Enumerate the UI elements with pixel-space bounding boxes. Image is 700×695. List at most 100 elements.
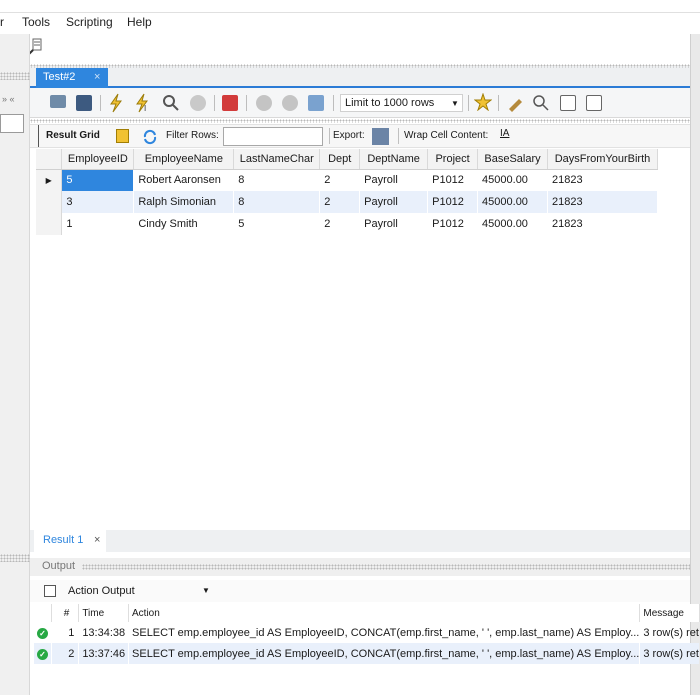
save-icon[interactable]	[76, 95, 92, 111]
toolbar-separator	[498, 95, 499, 111]
wrap-toggle-icon[interactable]: IA	[500, 128, 509, 139]
column-header[interactable]: EmployeeName	[133, 149, 235, 170]
grid-view-icon[interactable]	[116, 129, 129, 143]
autocommit-icon[interactable]	[308, 95, 324, 111]
table-cell[interactable]: Payroll	[360, 169, 428, 191]
table-cell[interactable]: Payroll	[360, 213, 428, 235]
table-cell[interactable]: 21823	[547, 169, 657, 191]
table-cell[interactable]: 45000.00	[478, 213, 548, 235]
find-icon[interactable]	[532, 94, 550, 115]
table-cell[interactable]: 5	[61, 169, 134, 191]
open-folder-icon[interactable]	[50, 95, 66, 108]
tab-close-icon[interactable]: ×	[94, 71, 100, 83]
row-header[interactable]	[36, 213, 63, 235]
table-cell[interactable]: 1	[62, 213, 134, 235]
log-number: 2	[51, 643, 79, 664]
column-header[interactable]: LastNameChar	[233, 149, 321, 170]
wrap-lines-icon[interactable]	[586, 95, 602, 111]
table-cell[interactable]: Payroll	[359, 191, 428, 213]
refresh-icon[interactable]	[142, 129, 158, 148]
filter-rows-input[interactable]	[223, 127, 323, 146]
menu-help[interactable]: Help	[127, 15, 152, 29]
title-area	[0, 0, 700, 12]
table-cell[interactable]: 45000.00	[478, 169, 548, 191]
chevron-down-icon: ▼	[202, 586, 210, 595]
table-row[interactable]: 3 Ralph Simonian 8 2 Payroll P1012 45000…	[36, 191, 658, 213]
svg-text:I: I	[144, 104, 146, 113]
panel-grip[interactable]	[0, 72, 30, 80]
table-cell[interactable]: 8	[233, 191, 320, 213]
invisible-chars-icon[interactable]	[560, 95, 576, 111]
column-header[interactable]: DeptName	[359, 149, 429, 170]
copy-icon[interactable]	[44, 585, 56, 597]
action-output-table: # Time Action Message ✓ 1 13:34:38 SELEC…	[34, 604, 700, 664]
explain-icon[interactable]	[162, 94, 180, 115]
output-grip	[82, 564, 690, 570]
table-cell[interactable]: 45000.00	[477, 191, 548, 213]
table-cell[interactable]: 21823	[547, 191, 658, 213]
menu-scripting[interactable]: Scripting	[66, 15, 113, 29]
output-column-header[interactable]: Message	[639, 604, 700, 622]
table-cell[interactable]: 2	[320, 213, 360, 235]
toolbar-separator	[468, 95, 469, 111]
execute-icon[interactable]	[108, 93, 124, 116]
toolbar-separator	[329, 128, 330, 144]
limit-rows-select[interactable]: Limit to 1000 rows ▼	[340, 94, 463, 112]
tab-label: Test#2	[43, 71, 76, 83]
tab-test2[interactable]: Test#2 ×	[36, 68, 108, 88]
result-table: EmployeeID EmployeeName LastNameChar Dep…	[36, 149, 659, 235]
result-tab-close-icon[interactable]: ×	[94, 534, 100, 546]
column-header[interactable]: Project	[427, 149, 479, 170]
column-header[interactable]: Dept	[319, 149, 361, 170]
table-cell[interactable]: 2	[319, 191, 360, 213]
log-time: 13:37:46	[78, 643, 129, 664]
beautify-icon[interactable]	[473, 92, 493, 114]
result-tab-strip: Result 1 ×	[30, 530, 690, 552]
toggle-error-icon[interactable]	[222, 95, 238, 111]
column-header[interactable]: DaysFromYourBirth	[547, 149, 659, 170]
commit-icon[interactable]	[256, 95, 272, 111]
output-type-select[interactable]: Action Output ▼	[64, 582, 212, 600]
stop-icon[interactable]	[190, 95, 206, 111]
table-cell[interactable]: P1012	[428, 169, 478, 191]
export-icon[interactable]	[372, 128, 389, 145]
table-cell[interactable]: Cindy Smith	[134, 213, 234, 235]
toolbar-separator	[214, 95, 215, 111]
column-header[interactable]: BaseSalary	[477, 149, 548, 170]
execute-statement-icon[interactable]: I	[134, 93, 152, 116]
table-cell[interactable]: P1012	[427, 191, 478, 213]
table-row[interactable]: ▶ 5 Robert Aaronsen 8 2 Payroll P1012 45…	[36, 169, 658, 191]
rollback-icon[interactable]	[282, 95, 298, 111]
row-header[interactable]	[36, 191, 63, 213]
table-cell[interactable]: 5	[234, 213, 320, 235]
menu-partial[interactable]: r	[0, 15, 4, 29]
table-cell[interactable]: P1012	[428, 213, 478, 235]
collapse-arrows-icon[interactable]: » «	[2, 94, 15, 104]
table-cell[interactable]: Ralph Simonian	[133, 191, 234, 213]
table-cell[interactable]: 3	[61, 191, 134, 213]
limit-rows-value: Limit to 1000 rows	[345, 97, 435, 109]
output-column-header[interactable]: #	[51, 604, 80, 622]
panel-grip-lower[interactable]	[0, 554, 30, 562]
log-message: 3 row(s) ret	[643, 626, 699, 639]
table-cell[interactable]: Robert Aaronsen	[134, 169, 234, 191]
table-cell[interactable]: 2	[320, 169, 360, 191]
output-column-header[interactable]: Action	[128, 604, 641, 622]
tab-result-1[interactable]: Result 1 ×	[34, 530, 106, 552]
list-item[interactable]: ✓ 2 13:37:46 SELECT emp.employee_id AS E…	[34, 643, 700, 664]
table-row[interactable]: 1 Cindy Smith 5 2 Payroll P1012 45000.00…	[36, 213, 658, 235]
menu-tools[interactable]: Tools	[22, 15, 50, 29]
table-cell[interactable]: 8	[234, 169, 320, 191]
column-header[interactable]: EmployeeID	[61, 149, 135, 170]
success-check-icon: ✓	[34, 643, 52, 664]
log-time: 13:34:38	[82, 626, 126, 639]
row-pointer-icon[interactable]: ▶	[36, 169, 63, 191]
table-cell[interactable]: 21823	[547, 213, 657, 235]
brush-icon[interactable]	[506, 94, 524, 115]
navigator-search-input[interactable]	[0, 114, 24, 133]
filter-rows-label: Filter Rows:	[166, 130, 219, 141]
list-item[interactable]: ✓ 1 13:34:38 SELECT emp.employee_id AS E…	[34, 622, 700, 643]
output-column-header[interactable]: Time	[78, 604, 130, 622]
result-grid-button[interactable]: Result Grid	[46, 130, 100, 141]
editor-splitter[interactable]	[30, 119, 690, 123]
